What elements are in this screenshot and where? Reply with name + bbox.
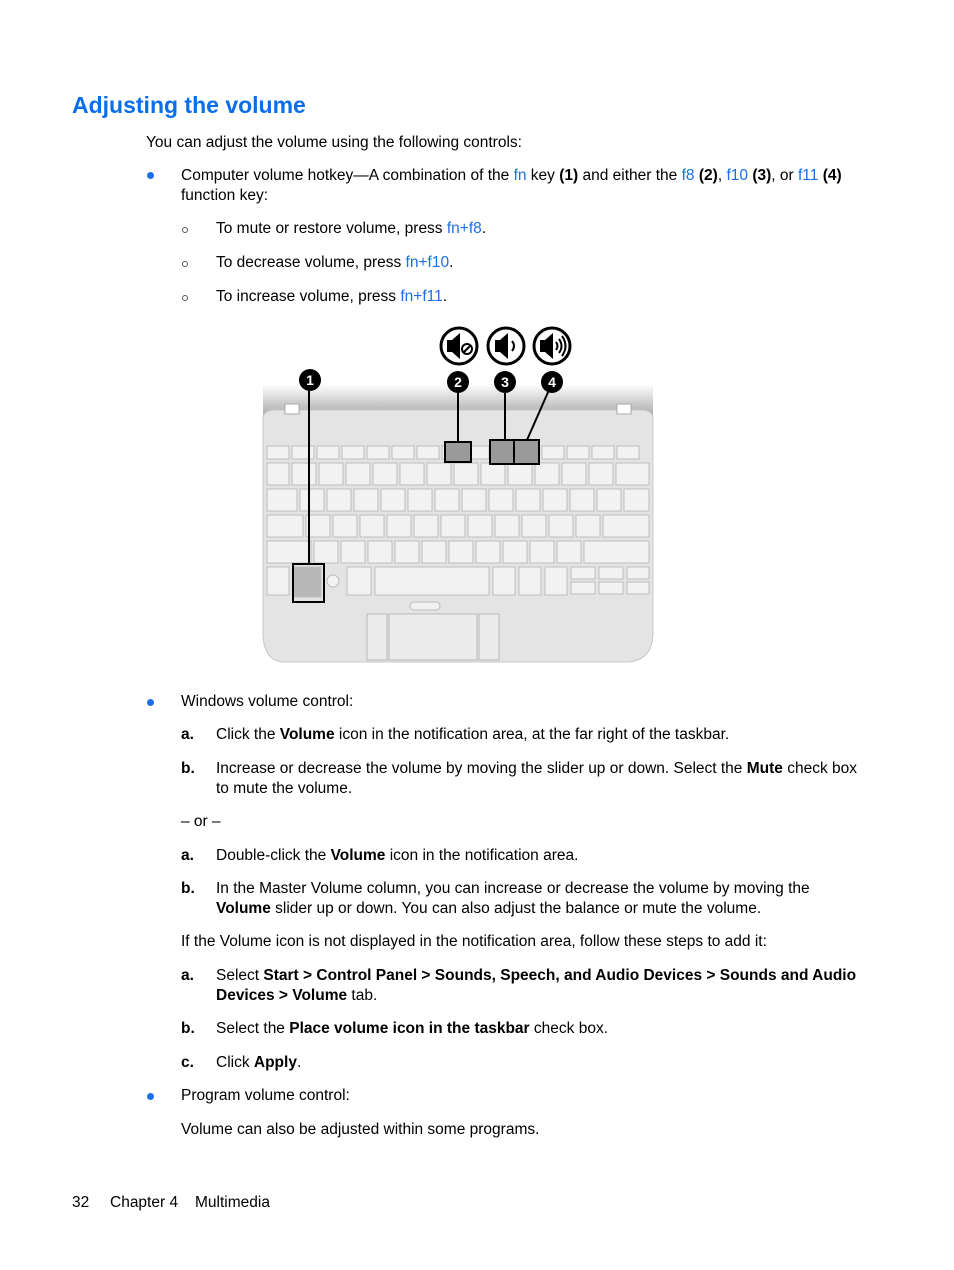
f11-key-highlight [513, 439, 540, 465]
step-label: b. [181, 880, 195, 897]
fn-f10-link[interactable]: fn+f10 [406, 254, 450, 271]
section-heading: Program volume control: [181, 1087, 350, 1104]
svg-text:2: 2 [454, 374, 462, 390]
step-text: Click the Volume icon in the notificatio… [216, 725, 729, 745]
svg-text:1: 1 [306, 372, 314, 388]
step-label: a. [181, 847, 194, 864]
text: check box. [529, 1020, 608, 1037]
instruction-text: If the Volume icon is not displayed in t… [181, 933, 767, 950]
step-label: b. [181, 760, 195, 777]
svg-text:4: 4 [548, 374, 556, 390]
sub-item: To increase volume, press fn+f11. [216, 287, 447, 307]
intro-text: You can adjust the volume using the foll… [146, 134, 522, 151]
callout-ref: (2) [698, 167, 718, 184]
text: Increase or decrease the volume by movin… [216, 760, 747, 777]
callout-4: 4 [541, 371, 563, 393]
callout-ref: (3) [752, 167, 772, 184]
step-text: In the Master Volume column, you can inc… [216, 879, 886, 918]
section-text: Volume can also be adjusted within some … [181, 1121, 540, 1138]
text: tab. [347, 986, 378, 1004]
text: Volume [216, 899, 271, 917]
fn-key-link[interactable]: fn [514, 167, 527, 184]
text: Computer volume hotkey—A combination of … [181, 167, 514, 184]
step-text: Click Apply. [216, 1053, 301, 1073]
fn-f11-link[interactable]: fn+f11 [400, 288, 442, 305]
text: In the Master Volume column, you can inc… [216, 880, 810, 897]
fn-f8-link[interactable]: fn+f8 [447, 220, 482, 237]
text: key [526, 167, 560, 184]
step-text: Select the Place volume icon in the task… [216, 1019, 608, 1039]
text: . [442, 288, 448, 305]
text: Mute [746, 760, 783, 777]
text: . [296, 1054, 302, 1071]
text: . [449, 254, 454, 271]
mute-icon [439, 326, 479, 366]
sub-bullet-icon [182, 295, 188, 301]
text: Select [216, 967, 264, 984]
page-title: Adjusting the volume [72, 92, 306, 118]
text: To decrease volume, press [216, 254, 406, 271]
text: icon in the notification area. [385, 847, 579, 864]
sub-bullet-icon [182, 261, 188, 267]
callout-1: 1 [299, 369, 321, 391]
volume-down-icon [486, 326, 526, 366]
step-label: c. [181, 1054, 194, 1071]
text: To mute or restore volume, press [216, 220, 447, 237]
text: and either the [578, 167, 682, 184]
text: , or [771, 167, 798, 184]
section-heading: Windows volume control: [181, 693, 354, 710]
step-label: a. [181, 967, 194, 984]
text: icon in the notification area, at the fa… [334, 726, 730, 743]
footer-chapter: Chapter 4 [110, 1194, 179, 1211]
text: slider up or down. You can also adjust t… [270, 899, 762, 917]
svg-text:3: 3 [501, 374, 509, 390]
volume-up-icon [532, 326, 572, 366]
home-key-row [266, 514, 650, 538]
f11-key-link[interactable]: f11 [798, 167, 818, 184]
or-separator: – or – [181, 813, 221, 830]
text: to mute the volume. [216, 779, 353, 797]
text: Volume [330, 847, 386, 864]
page-number: 32 [72, 1194, 90, 1211]
sub-item: To decrease volume, press fn+f10. [216, 253, 453, 273]
footer-section: Multimedia [195, 1194, 270, 1211]
f8-key-link[interactable]: f8 [682, 167, 695, 184]
step-text: Increase or decrease the volume by movin… [216, 759, 886, 798]
text: Double-click the [216, 847, 331, 864]
bullet-icon [147, 172, 154, 179]
text: Click the [216, 726, 280, 743]
keyboard-figure: 1 2 3 4 [262, 326, 654, 663]
callout-ref: (4) [822, 167, 842, 184]
shift-key-row [266, 540, 650, 564]
bullet-icon [147, 699, 154, 706]
text: . [481, 220, 487, 237]
qwerty-key-row [266, 488, 650, 512]
f10-key-link[interactable]: f10 [726, 167, 748, 184]
bullet-icon [147, 1093, 154, 1100]
step-text: Select Start > Control Panel > Sounds, S… [216, 966, 886, 1005]
sub-bullet-icon [182, 227, 188, 233]
f8-key-highlight [444, 441, 472, 463]
step-label: b. [181, 1020, 195, 1037]
text: function key: [181, 186, 269, 204]
text: Apply [253, 1054, 297, 1071]
callout-ref: (1) [559, 167, 579, 184]
number-key-row [266, 462, 650, 486]
text: Volume [279, 726, 335, 743]
menu-path: Start > Control Panel > Sounds, Speech, … [263, 967, 857, 984]
hotkey-description: Computer volume hotkey—A combination of … [181, 166, 881, 205]
sub-item: To mute or restore volume, press fn+f8. [216, 219, 486, 239]
text: Click [216, 1054, 254, 1071]
callout-2: 2 [447, 371, 469, 393]
text: check box [782, 760, 858, 777]
step-label: a. [181, 726, 194, 743]
text: To increase volume, press [216, 288, 401, 305]
callout-3: 3 [494, 371, 516, 393]
touchpad [366, 613, 500, 661]
f10-key-highlight [489, 439, 515, 465]
menu-path: Devices > Volume [216, 986, 348, 1004]
step-text: Double-click the Volume icon in the noti… [216, 846, 578, 866]
text: Place volume icon in the taskbar [289, 1020, 530, 1037]
text: Select the [216, 1020, 290, 1037]
